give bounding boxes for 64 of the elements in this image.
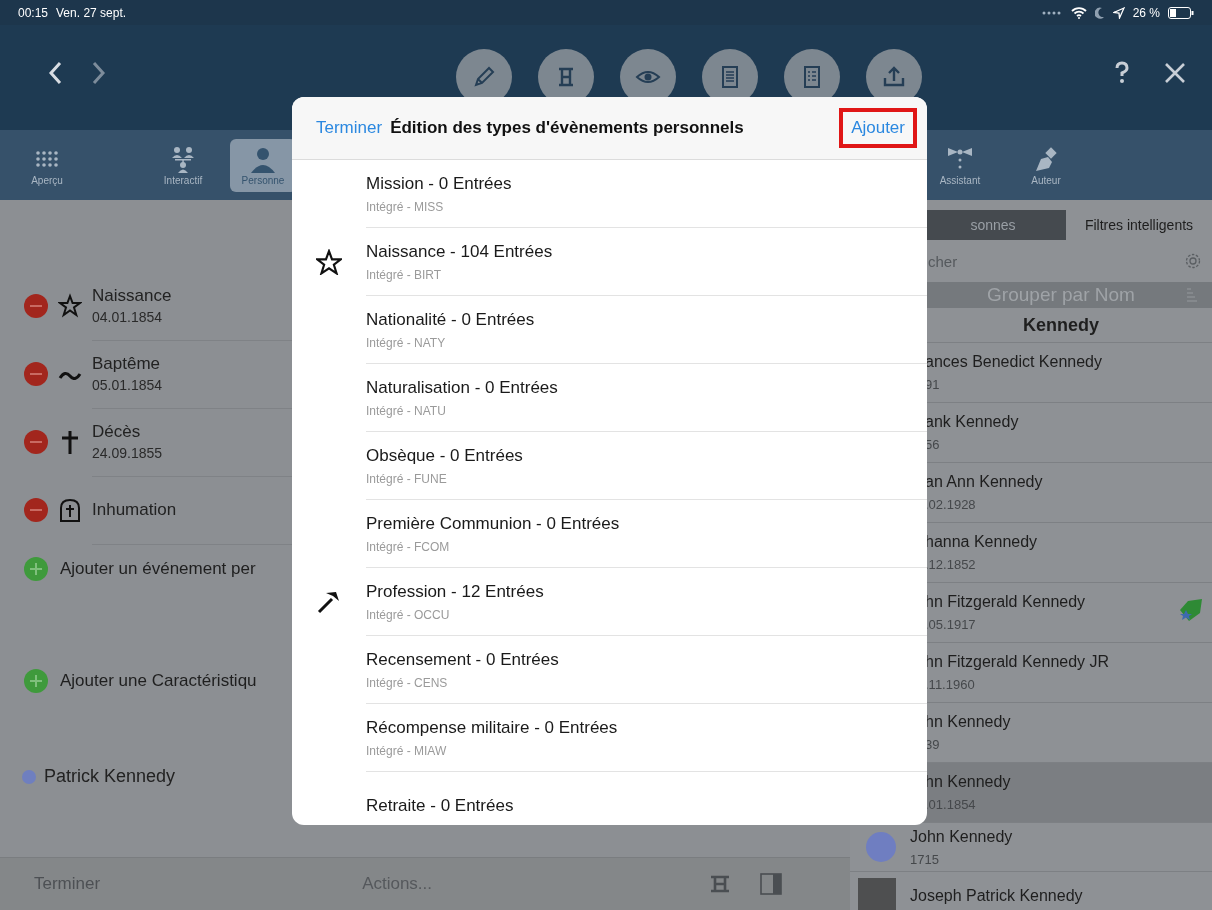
event-type-code: Intégré - FUNE: [366, 471, 448, 486]
person-date: .12.1852: [925, 557, 976, 572]
avatar-circle: [866, 832, 896, 862]
person-date: .02.1928: [925, 497, 976, 512]
pencil-icon: [471, 64, 497, 90]
event-type-code: Intégré - NATU: [366, 403, 447, 418]
event-type-code: Intégré - BIRT: [366, 267, 443, 282]
person-name[interactable]: Patrick Kennedy: [44, 766, 176, 787]
battery-percent: 26 %: [1132, 5, 1160, 20]
event-type-code: Intégré - MIAW: [366, 743, 448, 758]
add-button[interactable]: Ajouter: [839, 108, 917, 148]
tab[interactable]: Aperçu: [14, 138, 80, 192]
remove-icon[interactable]: [24, 498, 48, 522]
event-type-title[interactable]: Mission - 0 Entrées: [366, 173, 927, 194]
person-name: Joseph Patrick Kennedy: [910, 887, 1083, 905]
remove-icon[interactable]: [24, 430, 48, 454]
event-type-code: Intégré - CENS: [366, 675, 449, 690]
person-dot: [22, 769, 36, 784]
event-type-code: Intégré - NATY: [366, 335, 447, 350]
star-icon: [58, 293, 82, 319]
event-title: Inhumation: [92, 499, 177, 520]
person-row[interactable]: Joseph Patrick Kennedy: [850, 872, 1212, 910]
event-type-code: Intégré - FCOM: [366, 539, 451, 554]
done-button[interactable]: Terminer: [316, 118, 383, 138]
tab[interactable]: Auteur: [1013, 138, 1079, 192]
dialog-title: Édition des types d'évènements personnels: [390, 118, 744, 138]
remove-icon[interactable]: [24, 362, 48, 386]
help-icon[interactable]: [1114, 61, 1130, 85]
event-title: Naissance: [92, 286, 172, 306]
person-date: .05.1917: [925, 617, 976, 632]
tab[interactable]: Interactif: [150, 138, 216, 192]
person-date: 39: [925, 737, 940, 752]
location-icon: [1112, 6, 1125, 19]
moon-icon: [1094, 6, 1105, 19]
event-type-code: Intégré - OCCU: [366, 607, 451, 622]
event-title: Baptême: [92, 354, 161, 374]
tab[interactable]: Assistant: [927, 138, 993, 192]
hammer-icon: [316, 589, 342, 615]
event-date: 24.09.1855: [92, 445, 163, 461]
person-name: John Kennedy: [910, 827, 1013, 846]
person-date: 1715: [910, 851, 939, 867]
event-type-code: Intégré - MISS: [366, 199, 445, 214]
settings-icon[interactable]: [1184, 252, 1202, 270]
status-date: Ven. 27 sept.: [56, 5, 127, 20]
add-characteristic-link[interactable]: Ajouter une Caractéristiqu: [60, 671, 257, 691]
wifi-icon: [1070, 6, 1087, 19]
event-date: 05.01.1854: [92, 377, 163, 393]
forward-icon[interactable]: [92, 61, 106, 85]
tombstone-icon: [58, 497, 82, 523]
signal-icon: [1040, 9, 1063, 16]
event-date: 04.01.1854: [92, 309, 163, 325]
back-icon[interactable]: [48, 61, 62, 85]
add-event-link[interactable]: Ajouter un événement per: [60, 559, 256, 579]
star-icon: [316, 249, 342, 275]
remove-icon[interactable]: [24, 294, 48, 318]
person-date: .11.1960: [925, 677, 975, 692]
battery-icon: [1168, 6, 1194, 19]
event-title: Décès: [92, 422, 141, 442]
person-name: ances Benedict Kennedy: [925, 353, 1102, 371]
status-time: 00:15: [18, 5, 49, 20]
sidebar-icon[interactable]: [760, 873, 783, 895]
photo-placeholder: [858, 878, 896, 910]
tab[interactable]: Personne: [230, 138, 292, 192]
close-icon[interactable]: [1164, 62, 1186, 84]
